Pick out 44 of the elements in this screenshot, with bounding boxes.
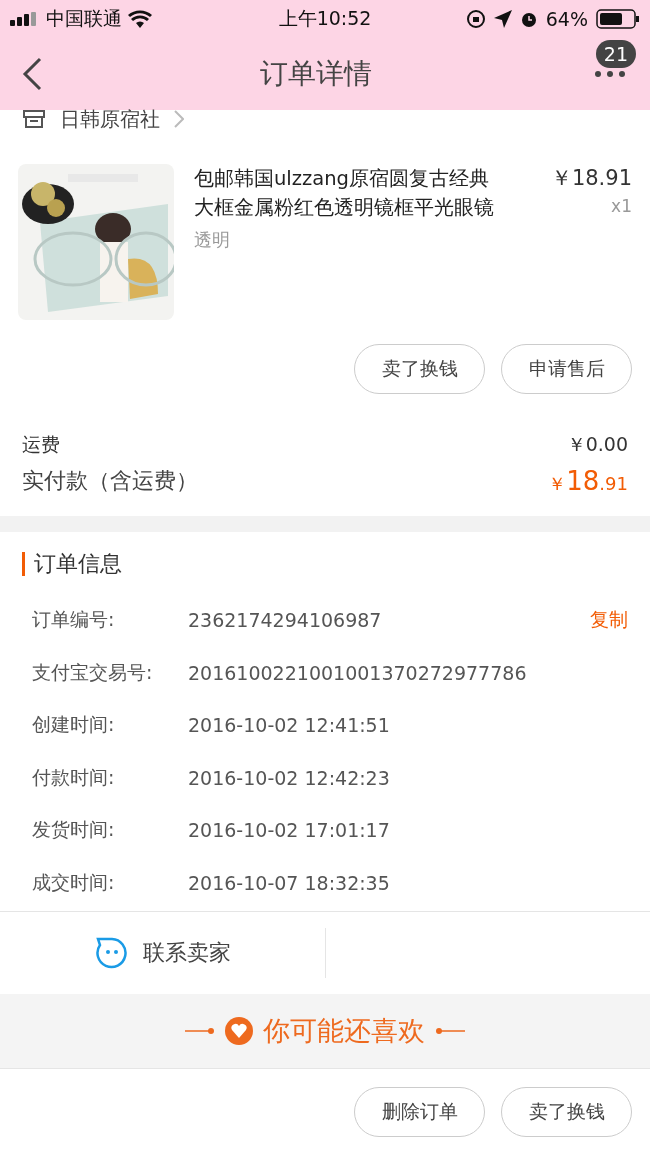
back-icon[interactable] xyxy=(22,57,42,91)
rotation-lock-icon xyxy=(465,9,486,29)
info-value: 2362174294106987 xyxy=(188,609,383,632)
info-label: 成交时间: xyxy=(32,869,116,895)
line-dot-icon xyxy=(185,1027,215,1035)
carrier-name: 中国联通 xyxy=(46,6,122,31)
info-value: 2016-10-02 12:41:51 xyxy=(188,714,391,737)
action-button[interactable]: 申请售后 xyxy=(501,344,632,394)
page-title: 订单详情 xyxy=(260,56,372,92)
line-dot-icon xyxy=(435,1027,465,1035)
paid-label: 实付款（含运费） xyxy=(22,467,198,495)
shop-name[interactable]: 日韩原宿社 xyxy=(60,105,160,133)
action-button[interactable]: 删除订单 xyxy=(354,1087,485,1137)
contact-seller-link[interactable]: 联系卖家 xyxy=(142,938,231,968)
notification-badge: 21 xyxy=(595,40,636,68)
info-value: 2016-10-02 17:01:17 xyxy=(188,819,391,842)
battery-percent: 64% xyxy=(545,8,588,30)
info-label: 订单编号: xyxy=(32,607,116,633)
more-icon[interactable] xyxy=(594,70,626,78)
alarm-icon xyxy=(519,10,538,28)
info-value: 2016-10-02 12:42:23 xyxy=(188,766,391,789)
status-time: 上午10:52 xyxy=(278,6,372,31)
product-title[interactable]: 包邮韩国ulzzang原宿圆复古经典大框金属粉红色透明镜框平光眼镜 xyxy=(194,164,497,222)
shop-icon xyxy=(22,109,46,129)
shipping-value: ￥0.00 xyxy=(566,432,628,457)
info-label: 创建时间: xyxy=(32,712,116,738)
info-label: 付款时间: xyxy=(32,764,116,790)
wifi-icon xyxy=(128,10,152,28)
battery-icon xyxy=(596,9,640,29)
product-variant: 透明 xyxy=(194,228,231,252)
action-button[interactable]: 卖了换钱 xyxy=(354,344,485,394)
info-value: 2016100221001001370272977786 xyxy=(188,661,528,684)
chat-face-icon[interactable] xyxy=(94,936,129,970)
product-price: ￥18.91 xyxy=(550,165,632,192)
info-label: 支付宝交易号: xyxy=(32,659,154,685)
info-label: 发货时间: xyxy=(32,817,116,843)
info-value: 2016-10-07 18:32:35 xyxy=(188,871,391,894)
action-button[interactable]: 卖了换钱 xyxy=(501,1087,632,1137)
section-title: 订单信息 xyxy=(22,552,628,576)
product-quantity: x1 xyxy=(611,196,632,216)
recommend-title: 你可能还喜欢 xyxy=(263,1014,425,1048)
paid-amount: ￥18.91 xyxy=(548,466,628,496)
shipping-label: 运费 xyxy=(22,432,60,457)
location-icon xyxy=(493,10,512,28)
